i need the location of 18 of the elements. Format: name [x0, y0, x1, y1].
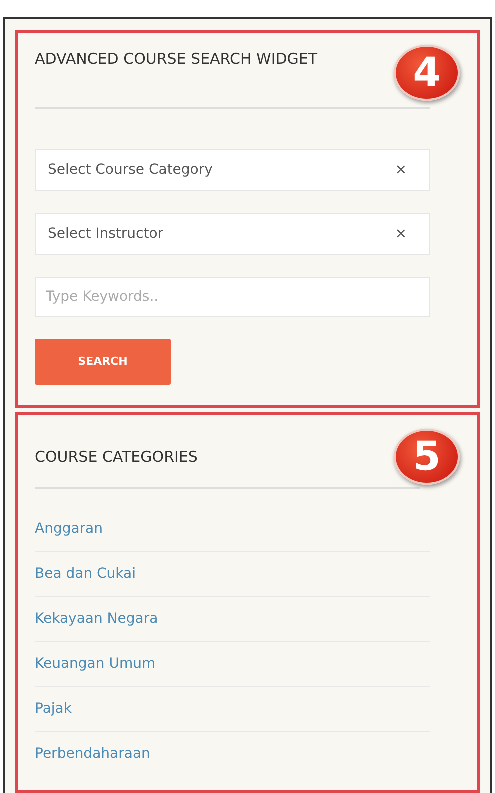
categories-title: COURSE CATEGORIES	[35, 446, 198, 468]
clear-icon[interactable]: ×	[395, 160, 407, 180]
select-field[interactable]: Select Course Category ×	[35, 149, 430, 191]
clear-icon[interactable]: ×	[395, 224, 407, 244]
select-field[interactable]: Select Instructor ×	[35, 213, 430, 255]
category-link[interactable]: Perbendaharaan	[35, 732, 430, 777]
select-placeholder: Select Course Category	[48, 160, 213, 180]
search-button[interactable]: SEARCH	[35, 339, 171, 385]
category-link[interactable]: Pajak	[35, 687, 430, 732]
select-placeholder: Select Instructor	[48, 224, 164, 244]
category-link[interactable]: Bea dan Cukai	[35, 552, 430, 597]
category-link[interactable]: Kekayaan Negara	[35, 597, 430, 642]
number-badge: 5	[394, 429, 460, 485]
number-badge: 4	[394, 45, 460, 101]
category-link[interactable]: Keuangan Umum	[35, 642, 430, 687]
widget-title: ADVANCED COURSE SEARCH WIDGET	[35, 49, 319, 70]
category-link[interactable]: Anggaran	[35, 507, 430, 552]
keywords-field[interactable]: Type Keywords..	[35, 277, 430, 317]
